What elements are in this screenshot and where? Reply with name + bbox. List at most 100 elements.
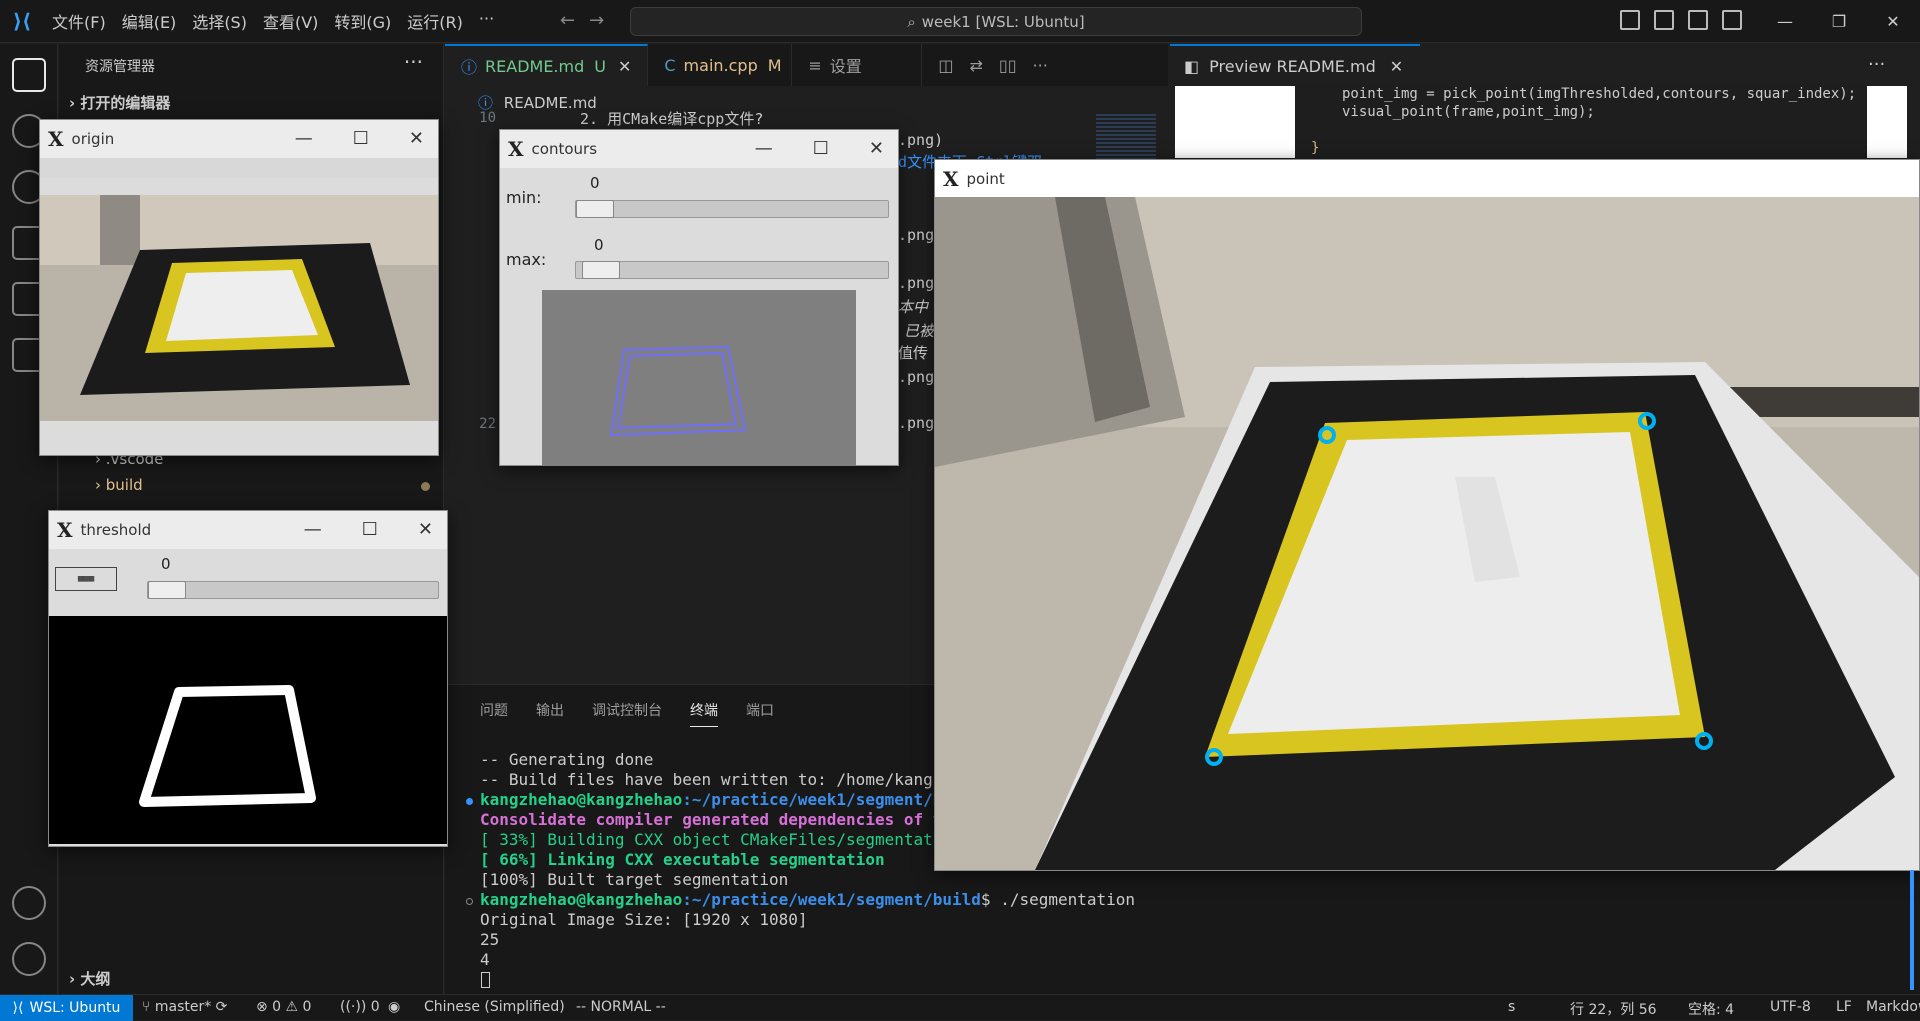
tab-close-button[interactable]: ✕: [618, 57, 631, 76]
encoding[interactable]: UTF-8: [1770, 999, 1811, 1015]
maximize-icon[interactable]: ☐: [362, 519, 378, 540]
editor-tabs: ⓘ README.md U ✕ C main.cpp M ≡ 设置 ◫ ⇄ ▯▯…: [445, 44, 1175, 86]
panel-tab-ports[interactable]: 端口: [746, 700, 774, 727]
minimize-icon[interactable]: —: [304, 519, 322, 540]
corner-point-marker: [1695, 732, 1713, 750]
search-icon: ⌕: [907, 12, 916, 31]
panel-tab-problems[interactable]: 问题: [480, 700, 508, 727]
window-buttons: — ☐ ✕: [304, 519, 433, 540]
slider-knob[interactable]: [576, 200, 614, 218]
menu-go[interactable]: 转到(G): [326, 9, 399, 33]
maximize-button[interactable]: ❐: [1812, 0, 1866, 43]
menu-view[interactable]: 查看(V): [255, 9, 326, 33]
menu-more[interactable]: ···: [471, 9, 502, 33]
preview-icon: ◧: [1184, 56, 1200, 76]
code-line: 已被: [904, 322, 935, 340]
tab-readme[interactable]: ⓘ README.md U ✕: [445, 44, 649, 86]
menu-edit[interactable]: 编辑(E): [114, 9, 185, 33]
threshold-slider-value: 0: [161, 555, 171, 573]
ports-count: 0: [370, 999, 380, 1015]
slider-knob[interactable]: [148, 581, 186, 599]
preview-more-icon[interactable]: ···: [1868, 54, 1885, 75]
menu-file[interactable]: 文件(F): [44, 9, 114, 33]
contours-window[interactable]: X contours — ☐ ✕ min: 0 max: 0: [499, 129, 899, 466]
min-slider[interactable]: [575, 200, 889, 218]
close-icon[interactable]: ✕: [418, 519, 433, 540]
threshold-slider[interactable]: [147, 581, 439, 599]
remote-indicator[interactable]: ⟩⟨ WSL: Ubuntu: [0, 995, 133, 1021]
minimize-button[interactable]: —: [1758, 0, 1812, 43]
preview-pane-edge: [1867, 86, 1907, 158]
terminal-line: [ 33%] Building CXX object CMakeFiles/se…: [480, 830, 972, 849]
forward-arrow-icon[interactable]: →: [589, 10, 618, 31]
tab-preview-readme[interactable]: ◧ Preview README.md ✕: [1170, 44, 1420, 86]
outline-section[interactable]: › 大纲: [69, 968, 110, 989]
menu-run[interactable]: 运行(R): [399, 9, 471, 33]
end-of-line[interactable]: LF: [1836, 999, 1852, 1015]
split-editor-icon[interactable]: ▯▯: [999, 56, 1017, 75]
open-editors-section[interactable]: › 打开的编辑器: [69, 92, 170, 113]
preview-pane: [1175, 86, 1295, 158]
panel-tab-terminal[interactable]: 终端: [690, 700, 718, 727]
customize-layout-icon[interactable]: [1722, 10, 1742, 30]
branch-indicator[interactable]: ⑂ master* ⟳: [142, 999, 227, 1015]
threshold-titlebar[interactable]: X threshold — ☐ ✕: [49, 511, 447, 549]
eye-icon[interactable]: ◉: [388, 999, 400, 1015]
close-icon[interactable]: ✕: [409, 128, 424, 149]
window-title: threshold: [80, 521, 152, 539]
explorer-icon[interactable]: [12, 58, 46, 92]
indentation[interactable]: 空格: 4: [1688, 999, 1734, 1019]
cursor-position[interactable]: 行 22，列 56: [1570, 999, 1657, 1019]
tab-badge: U: [594, 56, 606, 76]
contours-titlebar[interactable]: X contours — ☐ ✕: [500, 130, 898, 168]
compare-icon[interactable]: ⇄: [970, 56, 983, 75]
point-window[interactable]: X point: [934, 159, 1920, 871]
minimize-icon[interactable]: —: [755, 138, 773, 159]
tab-close-button[interactable]: ✕: [1390, 57, 1403, 76]
language-pack-indicator[interactable]: Chinese (Simplified): [424, 999, 565, 1015]
threshold-window[interactable]: X threshold — ☐ ✕ ▦▦▦ 0: [48, 510, 448, 847]
terminal-line: Original Image Size: [1920 x 1080]: [480, 910, 808, 929]
tree-item-label: build: [105, 476, 143, 494]
contours-image: [542, 290, 856, 466]
chevron-right-icon: ›: [69, 970, 76, 988]
tab-settings[interactable]: ≡ 设置: [792, 44, 923, 86]
code-line: 值传: [898, 344, 929, 362]
title-bar: ⟩⟨ 文件(F) 编辑(E) 选择(S) 查看(V) 转到(G) 运行(R) ·…: [0, 0, 1920, 43]
code-line: .png: [898, 226, 935, 244]
accounts-icon[interactable]: [12, 886, 46, 920]
status-s: s: [1508, 999, 1516, 1015]
minimize-icon[interactable]: —: [295, 128, 313, 149]
maximize-icon[interactable]: ☐: [353, 128, 369, 149]
toggle-sidebar-icon[interactable]: [1620, 10, 1640, 30]
origin-window[interactable]: X origin — ☐ ✕: [39, 119, 439, 456]
close-button[interactable]: ✕: [1866, 0, 1920, 43]
panel-tab-output[interactable]: 输出: [536, 700, 564, 727]
ports-indicator[interactable]: ((·)) 0: [340, 999, 380, 1015]
tab-main-cpp[interactable]: C main.cpp M: [648, 44, 793, 86]
back-arrow-icon[interactable]: ←: [560, 10, 589, 31]
close-icon[interactable]: ✕: [869, 138, 884, 159]
problems-indicator[interactable]: ⊗ 0 ⚠ 0: [256, 999, 311, 1015]
toggle-panel-icon[interactable]: [1654, 10, 1674, 30]
branch-icon: ⑂: [142, 999, 155, 1015]
maximize-icon[interactable]: ☐: [813, 138, 829, 159]
language-mode[interactable]: Markdown: [1866, 999, 1920, 1015]
editor-actions: ◫ ⇄ ▯▯ ···: [922, 44, 1063, 86]
more-actions-icon[interactable]: ···: [1033, 56, 1048, 75]
manage-gear-icon[interactable]: [12, 942, 46, 976]
toggle-secondary-sidebar-icon[interactable]: [1688, 10, 1708, 30]
slider-knob[interactable]: [582, 261, 620, 279]
point-titlebar[interactable]: X point: [935, 160, 1919, 197]
panel-tabs: 问题 输出 调试控制台 终端 端口: [480, 700, 774, 727]
minimap[interactable]: [1096, 114, 1156, 162]
tree-item-build[interactable]: › build: [95, 476, 143, 494]
explorer-more-button[interactable]: ···: [404, 50, 423, 74]
open-preview-icon[interactable]: ◫: [938, 56, 953, 75]
panel-tab-debug-console[interactable]: 调试控制台: [592, 700, 662, 727]
command-center-search[interactable]: ⌕ week1 [WSL: Ubuntu]: [630, 7, 1362, 36]
max-slider[interactable]: [575, 261, 889, 279]
origin-titlebar[interactable]: X origin — ☐ ✕: [40, 120, 438, 158]
menu-selection[interactable]: 选择(S): [184, 9, 255, 33]
window-title: origin: [71, 130, 115, 148]
